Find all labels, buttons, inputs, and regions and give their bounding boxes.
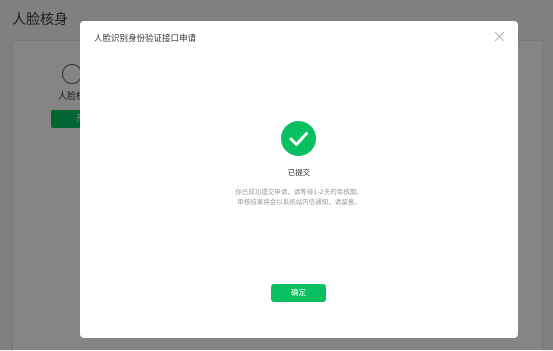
- modal-title: 人脸识别身份验证接口申请: [94, 34, 197, 44]
- status-description-line2: 审核结果将会以系统站内信通知，请留意。: [237, 198, 361, 206]
- status-text: 已提交: [287, 168, 311, 177]
- application-modal: 人脸识别身份验证接口申请 已提交 你已成功提交申请，请等待1-2天的审核期。 审…: [80, 21, 518, 338]
- close-icon[interactable]: [494, 31, 505, 42]
- check-circle-icon: [281, 121, 316, 156]
- confirm-button[interactable]: 确定: [271, 284, 326, 302]
- status-description-line1: 你已成功提交申请，请等待1-2天的审核期。: [235, 188, 363, 196]
